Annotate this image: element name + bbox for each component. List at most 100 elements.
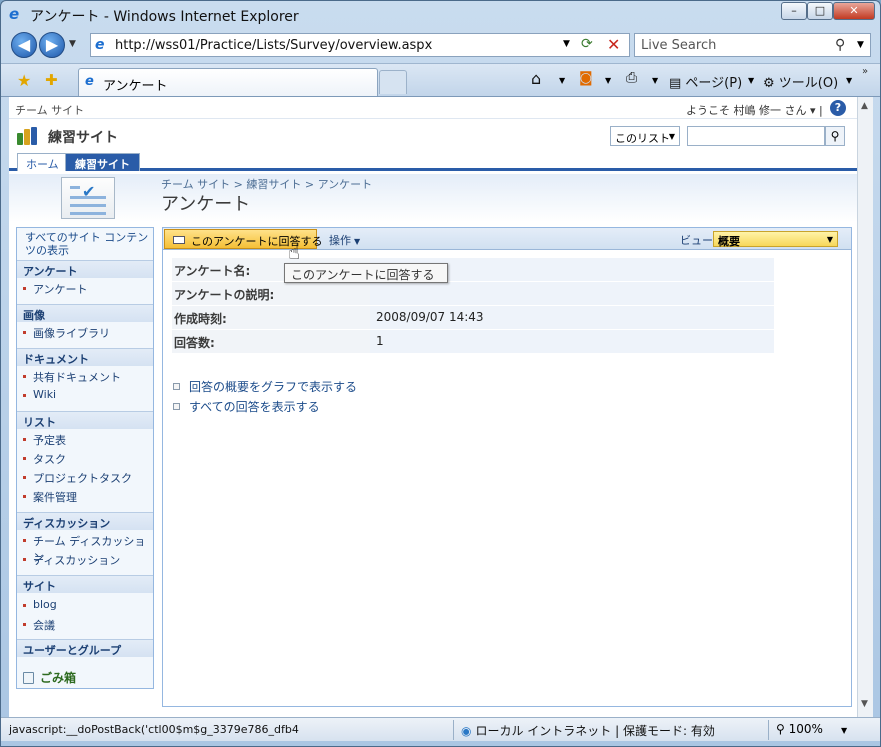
print-dropdown-icon[interactable]: ▼ bbox=[652, 76, 658, 85]
quick-launch-heading-people[interactable]: ユーザーとグループ bbox=[17, 639, 153, 657]
top-site-link[interactable]: チーム サイト bbox=[15, 102, 84, 118]
history-dropdown-icon[interactable]: ▼ bbox=[69, 39, 76, 49]
view-selector[interactable]: 概要 ▼ bbox=[713, 231, 838, 248]
quick-launch-item-label: Wiki bbox=[33, 388, 57, 401]
actions-label: 操作 bbox=[329, 234, 351, 247]
site-search-input[interactable] bbox=[687, 126, 825, 146]
survey-list-icon: ✔ bbox=[61, 177, 115, 219]
zoom-level[interactable]: ⚲ 100% bbox=[776, 722, 823, 736]
gear-icon: ⚙ bbox=[763, 76, 779, 91]
quick-launch-heading-documents[interactable]: ドキュメント bbox=[17, 348, 153, 366]
all-responses-link[interactable]: すべての回答を表示する bbox=[173, 398, 320, 415]
bullet-icon bbox=[23, 331, 26, 334]
quick-launch-heading-pictures[interactable]: 画像 bbox=[17, 304, 153, 322]
site-title-row: 練習サイト このリスト ▼ ⚲ bbox=[9, 119, 857, 153]
property-label: 回答数: bbox=[172, 330, 370, 353]
actions-menu[interactable]: 操作 ▼ bbox=[329, 232, 360, 248]
quick-launch-heading-discussions[interactable]: ディスカッション bbox=[17, 512, 153, 530]
quick-launch-item[interactable]: 画像ライブラリ bbox=[17, 323, 153, 341]
live-search-input[interactable]: Live Search ⚲ ▼ bbox=[634, 33, 871, 57]
home-icon[interactable]: ⌂ bbox=[531, 69, 541, 88]
close-button[interactable]: ✕ bbox=[833, 2, 875, 20]
rss-feed-icon[interactable]: ◙ bbox=[579, 70, 593, 86]
page-title-area: ✔ チーム サイト > 練習サイト > アンケート アンケート bbox=[9, 174, 857, 222]
quick-launch-item[interactable]: 案件管理 bbox=[17, 487, 153, 505]
quick-launch-heading-survey[interactable]: アンケート bbox=[17, 260, 153, 278]
quick-launch-item-label: blog bbox=[33, 598, 57, 611]
more-chevron-icon[interactable]: » bbox=[862, 66, 868, 77]
chevron-down-icon: ▼ bbox=[826, 235, 833, 244]
graph-summary-link[interactable]: 回答の概要をグラフで表示する bbox=[173, 378, 357, 395]
browser-window: e アンケート - Windows Internet Explorer – □ … bbox=[0, 0, 881, 747]
minimize-button[interactable]: – bbox=[781, 2, 807, 20]
property-value: 2008/09/07 14:43 bbox=[370, 306, 774, 329]
address-dropdown-icon[interactable]: ▼ bbox=[563, 39, 570, 49]
quick-launch-item[interactable]: 会議 bbox=[17, 615, 153, 633]
respond-button-label: このアンケートに回答する bbox=[191, 235, 323, 248]
quick-launch-heading-sites[interactable]: サイト bbox=[17, 575, 153, 593]
tab-ie-icon: e bbox=[85, 74, 94, 89]
quick-launch-item[interactable]: 共有ドキュメント bbox=[17, 367, 153, 385]
quick-launch-item[interactable]: プロジェクトタスク bbox=[17, 468, 153, 486]
quick-launch-item[interactable]: チーム ディスカッション bbox=[17, 531, 153, 564]
respond-icon bbox=[173, 236, 185, 244]
stop-icon[interactable]: ✕ bbox=[607, 35, 620, 54]
recycle-bin-link[interactable]: ごみ箱 bbox=[17, 666, 153, 688]
tools-menu-label: ツール(O) bbox=[778, 76, 839, 91]
quick-launch-item[interactable]: 予定表 bbox=[17, 430, 153, 448]
hand-cursor-icon: ☝ bbox=[288, 240, 301, 264]
page-menu[interactable]: ▤ ページ(P) bbox=[669, 72, 742, 91]
address-url[interactable]: http://wss01/Practice/Lists/Survey/overv… bbox=[115, 38, 432, 53]
bullet-icon bbox=[23, 495, 26, 498]
tab-home[interactable]: ホーム bbox=[17, 153, 68, 171]
quick-launch-item[interactable]: アンケート bbox=[17, 279, 153, 297]
maximize-button[interactable]: □ bbox=[807, 2, 833, 20]
quick-launch-item[interactable]: ディスカッション bbox=[17, 550, 153, 568]
tools-menu[interactable]: ⚙ ツール(O) bbox=[763, 72, 838, 91]
favorites-star-icon[interactable]: ★ bbox=[17, 71, 31, 90]
print-icon[interactable]: ⎙ bbox=[626, 70, 637, 86]
bullet-icon bbox=[23, 476, 26, 479]
quick-launch-item-label: アンケート bbox=[33, 283, 88, 296]
back-arrow-icon[interactable]: ◀ bbox=[11, 32, 37, 58]
search-dropdown-icon[interactable]: ▼ bbox=[857, 40, 864, 50]
scroll-down-icon[interactable]: ▼ bbox=[861, 699, 868, 709]
new-tab-button[interactable] bbox=[379, 70, 407, 94]
security-zone[interactable]: ◉ ローカル イントラネット | 保護モード: 有効 bbox=[461, 722, 715, 739]
address-bar[interactable]: e http://wss01/Practice/Lists/Survey/ove… bbox=[90, 33, 630, 57]
bullet-icon bbox=[23, 394, 26, 397]
tools-dropdown-icon[interactable]: ▼ bbox=[846, 76, 852, 85]
page-icon: ▤ bbox=[669, 76, 686, 91]
help-icon[interactable]: ? bbox=[830, 100, 846, 116]
welcome-menu[interactable]: ようこそ 村嶋 修一 さん ▾ | bbox=[686, 102, 823, 118]
search-icon[interactable]: ⚲ bbox=[835, 37, 845, 53]
scroll-up-icon[interactable]: ▲ bbox=[861, 101, 868, 111]
view-selected-value: 概要 bbox=[718, 235, 740, 248]
site-title[interactable]: 練習サイト bbox=[48, 127, 118, 147]
page-ie-icon: e bbox=[95, 37, 105, 53]
view-all-site-content-link[interactable]: すべてのサイト コンテンツの表示 bbox=[25, 231, 151, 257]
quick-launch-item[interactable]: blog bbox=[17, 596, 153, 614]
quick-launch-item[interactable]: タスク bbox=[17, 449, 153, 467]
table-row: アンケート名: bbox=[172, 258, 774, 281]
vertical-scrollbar[interactable]: ▲ ▼ bbox=[857, 97, 873, 717]
feed-dropdown-icon[interactable]: ▼ bbox=[605, 76, 611, 85]
search-scope-select[interactable]: このリスト ▼ bbox=[610, 126, 680, 146]
forward-arrow-icon[interactable]: ▶ bbox=[39, 32, 65, 58]
refresh-icon[interactable]: ⟳ bbox=[581, 36, 593, 52]
tab-survey[interactable]: e アンケート bbox=[78, 68, 378, 96]
quick-launch-item[interactable]: Wiki bbox=[17, 386, 153, 404]
recycle-bin-icon bbox=[23, 672, 34, 684]
search-placeholder: Live Search bbox=[641, 38, 717, 53]
list-toolbar: このアンケートに回答する 操作 ▼ ビュー: 概要 ▼ bbox=[163, 228, 851, 250]
site-logo-icon bbox=[17, 127, 39, 145]
table-row: 作成時刻: 2008/09/07 14:43 bbox=[172, 306, 774, 329]
tab-practice-site[interactable]: 練習サイト bbox=[65, 153, 140, 171]
zoom-dropdown-icon[interactable]: ▼ bbox=[841, 726, 847, 735]
search-go-icon[interactable]: ⚲ bbox=[825, 126, 845, 146]
add-favorite-icon[interactable]: ✚ bbox=[45, 71, 58, 89]
home-dropdown-icon[interactable]: ▼ bbox=[559, 76, 565, 85]
page-dropdown-icon[interactable]: ▼ bbox=[748, 76, 754, 85]
quick-launch-heading-lists[interactable]: リスト bbox=[17, 411, 153, 429]
quick-launch-item-label: タスク bbox=[33, 453, 66, 466]
